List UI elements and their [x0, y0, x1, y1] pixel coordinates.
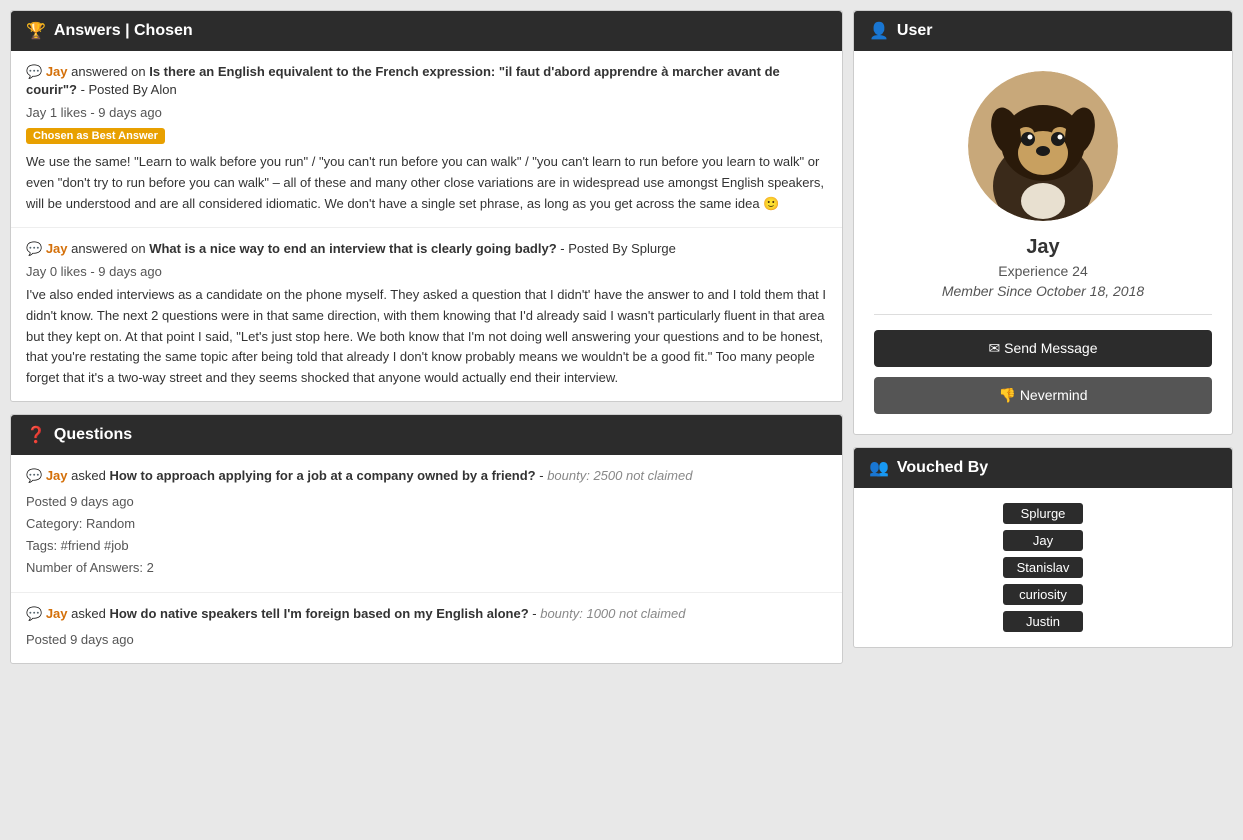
q-comment-icon-2: 💬 — [26, 606, 42, 621]
q-action-1: asked — [71, 468, 106, 483]
question-meta-1: 💬 Jay asked How to approach applying for… — [26, 467, 827, 485]
answer-action-2: answered on — [71, 241, 145, 256]
answer-meta-1: 💬 Jay answered on Is there an English eq… — [26, 63, 827, 99]
answer-item-2: 💬 Jay answered on What is a nice way to … — [11, 228, 842, 401]
answer-item-1: 💬 Jay answered on Is there an English eq… — [11, 51, 842, 228]
likes-line-1: Jay 1 likes - 9 days ago — [26, 105, 827, 120]
user-header-title: User — [897, 22, 933, 40]
likes-text-1: Jay 1 likes — [26, 105, 87, 120]
avatar — [968, 71, 1118, 221]
best-answer-badge: Chosen as Best Answer — [26, 128, 165, 144]
q-num-answers-1: Number of Answers: 2 — [26, 557, 827, 579]
q-text-1: How to approach applying for a job at a … — [109, 468, 535, 483]
q-tags-1: Tags: #friend #job — [26, 535, 827, 557]
user-header-icon: 👤 — [869, 21, 889, 41]
answer-action-1: answered on — [71, 64, 145, 79]
trophy-icon: 🏆 — [26, 21, 46, 41]
answer-body-2: I've also ended interviews as a candidat… — [26, 285, 827, 389]
likes-text-2: Jay 0 likes — [26, 264, 87, 279]
vouched-tag: Splurge — [1003, 503, 1083, 524]
answers-title: Answers | Chosen — [54, 22, 193, 40]
vouched-tag: curiosity — [1003, 584, 1083, 605]
comment-icon-1: 💬 — [26, 64, 42, 79]
vouched-title: Vouched By — [897, 459, 988, 477]
likes-line-2: Jay 0 likes - 9 days ago — [26, 264, 827, 279]
q-category-1: Category: Random — [26, 513, 827, 535]
avatar-container — [874, 71, 1212, 221]
user-card: 👤 User — [853, 10, 1233, 435]
q-comment-icon-1: 💬 — [26, 468, 42, 483]
question-user-2[interactable]: Jay — [46, 606, 68, 621]
question-meta-2: 💬 Jay asked How do native speakers tell … — [26, 605, 827, 623]
answer-posted-by-2: Posted By Splurge — [568, 241, 676, 256]
answer-posted-by-1: Posted By Alon — [89, 82, 177, 97]
vouched-tag: Justin — [1003, 611, 1083, 632]
question-detail-1: Posted 9 days ago Category: Random Tags:… — [26, 491, 827, 579]
user-name: Jay — [874, 236, 1212, 259]
q-posted-1: Posted 9 days ago — [26, 491, 827, 513]
experience-label: Experience — [998, 263, 1068, 279]
answer-question-2: What is a nice way to end an interview t… — [149, 241, 556, 256]
question-icon: ❓ — [26, 425, 46, 445]
answer-meta-2: 💬 Jay answered on What is a nice way to … — [26, 240, 827, 258]
vouched-tag: Stanislav — [1003, 557, 1084, 578]
vouched-header-icon: 👥 — [869, 458, 889, 478]
vouched-header: 👥 Vouched By — [854, 448, 1232, 488]
vouched-card: 👥 Vouched By Splurge Jay Stanislav curiosit… — [853, 447, 1233, 648]
question-detail-2: Posted 9 days ago — [26, 629, 827, 651]
answers-section: 🏆 Answers | Chosen 💬 Jay answered on Is … — [10, 10, 843, 402]
user-member-since: Member Since October 18, 2018 — [874, 283, 1212, 299]
answer-user-2[interactable]: Jay — [46, 241, 68, 256]
time-ago-2: 9 days ago — [98, 264, 162, 279]
questions-title: Questions — [54, 426, 132, 444]
comment-icon-2: 💬 — [26, 241, 42, 256]
question-user-1[interactable]: Jay — [46, 468, 68, 483]
member-since-date: October 18, 2018 — [1036, 283, 1144, 299]
q-posted-2: Posted 9 days ago — [26, 629, 827, 651]
left-column: 🏆 Answers | Chosen 💬 Jay answered on Is … — [0, 0, 853, 674]
envelope-icon: ✉ — [988, 340, 1004, 356]
q-text-2: How do native speakers tell I'm foreign … — [109, 606, 528, 621]
experience-value: 24 — [1072, 263, 1088, 279]
nevermind-button[interactable]: 👎 Nevermind — [874, 377, 1212, 414]
user-card-header: 👤 User — [854, 11, 1232, 51]
answers-header: 🏆 Answers | Chosen — [11, 11, 842, 51]
q-action-2: asked — [71, 606, 106, 621]
divider — [874, 314, 1212, 315]
answer-user-1[interactable]: Jay — [46, 64, 68, 79]
question-item-2: 💬 Jay asked How do native speakers tell … — [11, 593, 842, 663]
vouched-body: Splurge Jay Stanislav curiosity Justin — [854, 488, 1232, 647]
bounty-1: bounty: 2500 not claimed — [547, 468, 692, 483]
questions-section: ❓ Questions 💬 Jay asked How to approach … — [10, 414, 843, 664]
bounty-2: bounty: 1000 not claimed — [540, 606, 685, 621]
questions-header: ❓ Questions — [11, 415, 842, 455]
thumbsdown-icon: 👎 — [998, 387, 1019, 403]
right-column: 👤 User — [853, 0, 1243, 658]
vouched-tag: Jay — [1003, 530, 1083, 551]
send-message-button[interactable]: ✉ Send Message — [874, 330, 1212, 367]
user-card-body: Jay Experience 24 Member Since October 1… — [854, 51, 1232, 434]
answer-body-1: We use the same! "Learn to walk before y… — [26, 152, 827, 214]
question-item-1: 💬 Jay asked How to approach applying for… — [11, 455, 842, 593]
member-since-label: Member Since — [942, 283, 1032, 299]
time-ago-1: 9 days ago — [98, 105, 162, 120]
user-experience: Experience 24 — [874, 263, 1212, 279]
